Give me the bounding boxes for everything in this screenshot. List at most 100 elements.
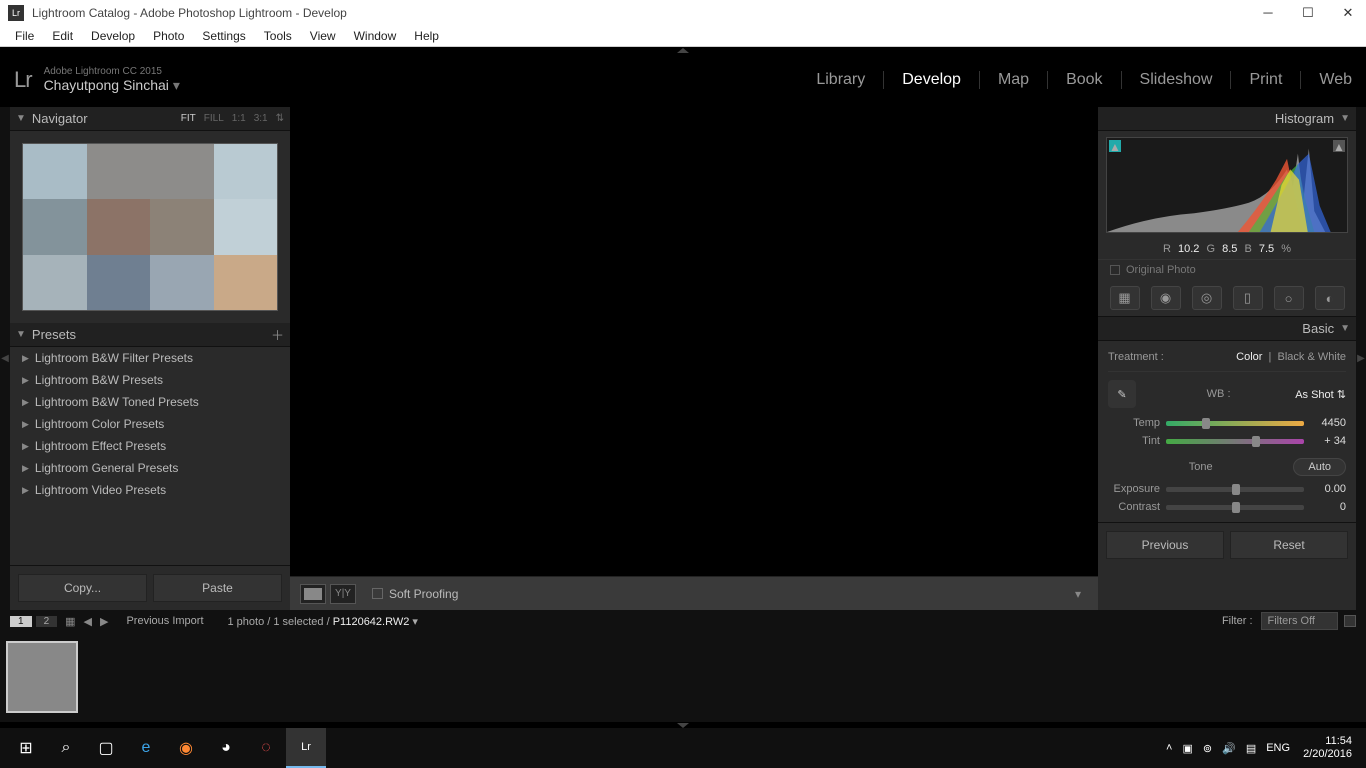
right-panel-toggle[interactable]: ▶ <box>1356 107 1366 610</box>
shadow-clip-icon[interactable]: ▲ <box>1109 140 1121 152</box>
minimize-button[interactable]: ─ <box>1258 3 1278 23</box>
edge-icon[interactable]: e <box>126 728 166 768</box>
module-web[interactable]: Web <box>1301 71 1352 89</box>
filter-lock-icon[interactable] <box>1344 615 1356 627</box>
zoom-fill[interactable]: FILL <box>204 113 224 124</box>
task-view-icon[interactable]: ▢ <box>86 728 126 768</box>
zoom-fit[interactable]: FIT <box>181 113 196 124</box>
zoom-3-1[interactable]: 3:1 <box>254 113 268 124</box>
identity-bar: Lr Adobe Lightroom CC 2015 Chayutpong Si… <box>0 53 1366 107</box>
histogram-display[interactable]: ▲ ▲ <box>1106 137 1348 233</box>
image-canvas[interactable] <box>290 107 1098 576</box>
lightroom-task-icon[interactable]: Lr <box>286 728 326 768</box>
preset-folder[interactable]: ▶Lightroom Color Presets <box>10 413 290 435</box>
start-button[interactable]: ⊞ <box>6 728 46 768</box>
gradient-tool-icon[interactable]: ▯ <box>1233 286 1263 310</box>
menu-view[interactable]: View <box>301 29 345 43</box>
firefox-icon[interactable]: ◉ <box>166 728 206 768</box>
filmstrip-thumbnail[interactable] <box>6 641 78 713</box>
tray-chevron-icon[interactable]: ˄ <box>1166 742 1172 754</box>
menu-settings[interactable]: Settings <box>193 29 254 43</box>
secondary-display-toggle[interactable]: 2 <box>36 616 58 627</box>
clock[interactable]: 11:54 2/20/2016 <box>1303 735 1352 761</box>
reset-button[interactable]: Reset <box>1230 531 1348 559</box>
module-library[interactable]: Library <box>798 71 884 89</box>
window-title: Lightroom Catalog - Adobe Photoshop Ligh… <box>32 6 1258 20</box>
preset-folder[interactable]: ▶Lightroom Effect Presets <box>10 435 290 457</box>
action-center-icon[interactable]: ▤ <box>1246 742 1256 755</box>
copy-button[interactable]: Copy... <box>18 574 147 602</box>
navigator-preview[interactable] <box>22 143 278 311</box>
nav-back-icon[interactable]: ◀ <box>84 615 92 628</box>
original-checkbox[interactable] <box>1110 265 1120 275</box>
filmstrip[interactable] <box>0 632 1366 722</box>
auto-tone-button[interactable]: Auto <box>1293 458 1346 476</box>
maximize-button[interactable]: ☐ <box>1298 3 1318 23</box>
highlight-clip-icon[interactable]: ▲ <box>1333 140 1345 152</box>
soft-proof-checkbox[interactable] <box>372 588 383 599</box>
redeye-tool-icon[interactable]: ◎ <box>1192 286 1222 310</box>
module-slideshow[interactable]: Slideshow <box>1122 71 1232 89</box>
toolbar-menu-icon[interactable]: ▾ <box>1068 584 1088 604</box>
left-panel-toggle[interactable]: ◀ <box>0 107 10 610</box>
cc-icon[interactable]: ◌ <box>246 728 286 768</box>
primary-display-toggle[interactable]: 1 <box>10 616 32 627</box>
preset-folder[interactable]: ▶Lightroom B&W Filter Presets <box>10 347 290 369</box>
menu-help[interactable]: Help <box>405 29 448 43</box>
eyedropper-icon[interactable]: ✎ <box>1108 380 1136 408</box>
treatment-color[interactable]: Color <box>1236 351 1262 363</box>
tint-slider[interactable]: Tint + 34 <box>1108 432 1346 450</box>
menu-edit[interactable]: Edit <box>43 29 82 43</box>
wb-select[interactable]: As Shot ⇅ <box>1295 388 1346 401</box>
menu-develop[interactable]: Develop <box>82 29 144 43</box>
close-button[interactable]: ✕ <box>1338 3 1358 23</box>
window-titlebar: Lr Lightroom Catalog - Adobe Photoshop L… <box>0 0 1366 25</box>
histogram-header[interactable]: Histogram ▼ <box>1098 107 1356 131</box>
language-indicator[interactable]: ENG <box>1266 742 1290 754</box>
menu-window[interactable]: Window <box>345 29 406 43</box>
zoom-1-1[interactable]: 1:1 <box>232 113 246 124</box>
source-label[interactable]: Previous Import <box>126 615 203 627</box>
presets-header[interactable]: ▼ Presets ＋ <box>10 323 290 347</box>
add-preset-icon[interactable]: ＋ <box>271 325 284 344</box>
volume-icon[interactable]: 🔊 <box>1222 742 1236 755</box>
temp-slider[interactable]: Temp 4450 <box>1108 414 1346 432</box>
user-name[interactable]: Chayutpong Sinchai▾ <box>44 77 180 94</box>
preset-folder[interactable]: ▶Lightroom B&W Toned Presets <box>10 391 290 413</box>
right-panel: Histogram ▼ ▲ ▲ R 10.2 G 8.5 B 7.5 % <box>1098 107 1356 610</box>
navigator-header[interactable]: ▼ Navigator FIT FILL 1:1 3:1 ⇅ <box>10 107 290 131</box>
wifi-icon[interactable]: ⊚ <box>1203 742 1212 755</box>
before-after-button[interactable]: Y|Y <box>330 584 356 604</box>
filter-select[interactable]: Filters Off <box>1261 612 1338 630</box>
module-map[interactable]: Map <box>980 71 1048 89</box>
previous-button[interactable]: Previous <box>1106 531 1224 559</box>
menu-tools[interactable]: Tools <box>255 29 301 43</box>
module-develop[interactable]: Develop <box>884 71 980 89</box>
search-icon[interactable]: ⌕ <box>46 728 86 768</box>
chrome-icon[interactable]: ◕ <box>206 728 246 768</box>
treatment-row: Treatment : Color | Black & White <box>1108 347 1346 372</box>
nav-forward-icon[interactable]: ▶ <box>100 615 108 628</box>
module-book[interactable]: Book <box>1048 71 1121 89</box>
treatment-bw[interactable]: Black & White <box>1278 351 1346 363</box>
module-print[interactable]: Print <box>1231 71 1301 89</box>
preset-folder[interactable]: ▶Lightroom Video Presets <box>10 479 290 501</box>
exposure-slider[interactable]: Exposure 0.00 <box>1108 480 1346 498</box>
wb-label: WB : <box>1142 388 1295 400</box>
preset-folder[interactable]: ▶Lightroom B&W Presets <box>10 369 290 391</box>
loupe-view-button[interactable] <box>300 584 326 604</box>
contrast-slider[interactable]: Contrast 0 <box>1108 498 1346 516</box>
battery-icon[interactable]: ▣ <box>1182 742 1192 755</box>
brush-tool-icon[interactable]: ◐ <box>1315 286 1345 310</box>
radial-tool-icon[interactable]: ○ <box>1274 286 1304 310</box>
basic-header[interactable]: Basic ▼ <box>1098 317 1356 341</box>
original-photo-row[interactable]: Original Photo <box>1098 259 1356 280</box>
grid-view-icon[interactable]: ▦ <box>65 615 75 628</box>
menu-file[interactable]: File <box>6 29 43 43</box>
crop-tool-icon[interactable]: ▦ <box>1110 286 1140 310</box>
menu-photo[interactable]: Photo <box>144 29 193 43</box>
spot-tool-icon[interactable]: ◉ <box>1151 286 1181 310</box>
zoom-dropdown-icon[interactable]: ⇅ <box>276 113 284 124</box>
paste-button[interactable]: Paste <box>153 574 282 602</box>
preset-folder[interactable]: ▶Lightroom General Presets <box>10 457 290 479</box>
